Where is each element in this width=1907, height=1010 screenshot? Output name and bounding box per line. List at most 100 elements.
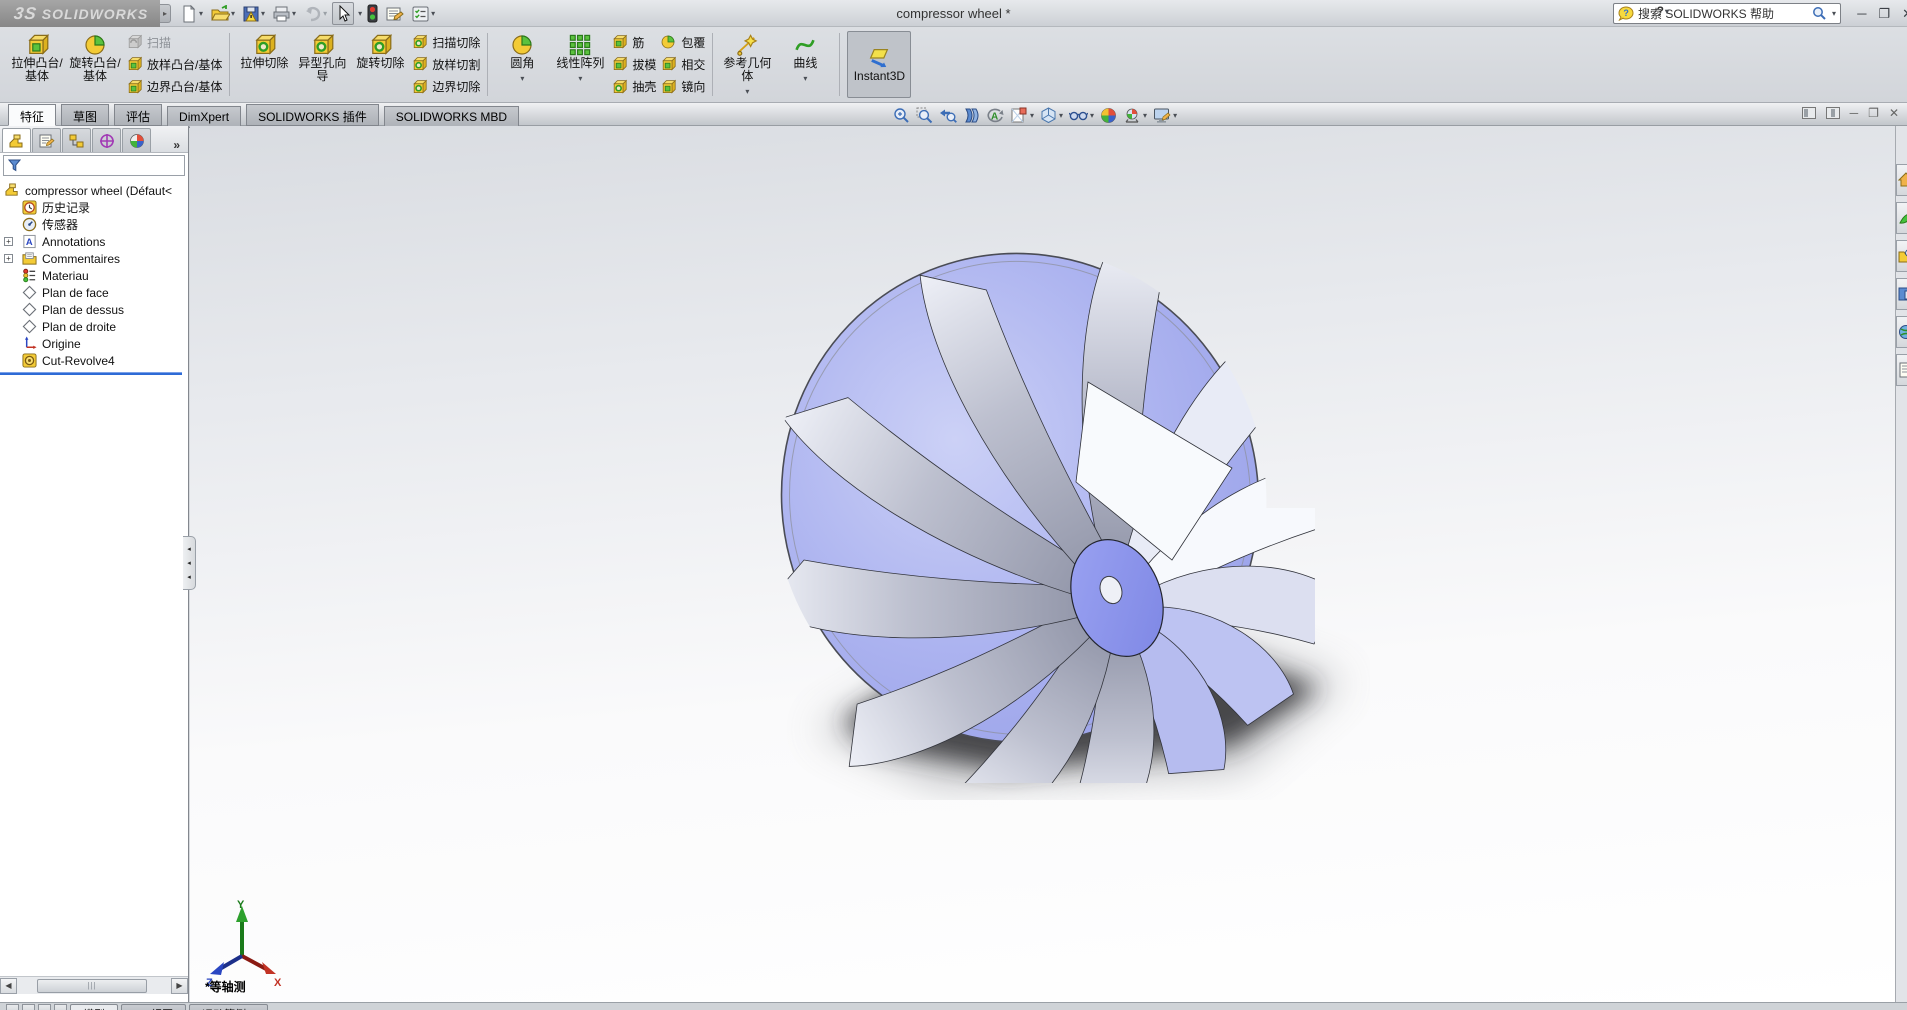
- tree-item-cut-revolve4[interactable]: Cut-Revolve4: [0, 352, 188, 369]
- options-button[interactable]: ▾: [409, 2, 437, 25]
- rib-button[interactable]: 筋: [611, 32, 656, 52]
- section-view-button[interactable]: [963, 107, 980, 124]
- hide-show-items-button[interactable]: ▾: [1069, 108, 1094, 123]
- view-settings-dropdown[interactable]: ▾: [1173, 111, 1177, 120]
- reference-geometry-dropdown[interactable]: ▾: [745, 85, 749, 98]
- help-button[interactable]: ? ▾: [1657, 4, 1669, 18]
- scroll-left-arrow[interactable]: ◀: [0, 978, 17, 994]
- tab-evaluate[interactable]: 评估: [114, 104, 162, 126]
- zoom-to-fit-button[interactable]: [893, 107, 910, 124]
- rebuild-button[interactable]: [365, 2, 380, 25]
- apply-scene-button[interactable]: ▾: [1123, 107, 1147, 124]
- tab-dimxpert[interactable]: DimXpert: [167, 106, 241, 128]
- intersect-button[interactable]: 相交: [660, 54, 705, 74]
- compressor-wheel-model[interactable]: [770, 240, 1370, 800]
- curves-button[interactable]: 曲线 ▾: [776, 29, 834, 100]
- view-palette-tab-button[interactable]: [1896, 278, 1907, 310]
- save-button[interactable]: ▾: [240, 2, 267, 25]
- extruded-boss-button[interactable]: 拉伸凸台/基体: [8, 29, 66, 100]
- select-button[interactable]: [332, 2, 354, 25]
- tree-item-top-plane[interactable]: Plan de dessus: [0, 301, 188, 318]
- restore-button[interactable]: ❐: [1878, 6, 1890, 22]
- appearances-scenes-tab-button[interactable]: [1896, 316, 1907, 348]
- doc-minimize-button[interactable]: ─: [1850, 106, 1859, 120]
- options-dropdown[interactable]: ▾: [431, 9, 435, 18]
- tree-item-front-plane[interactable]: Plan de face: [0, 284, 188, 301]
- tree-item-annotations[interactable]: + A Annotations: [0, 233, 188, 250]
- fillet-button[interactable]: 圆角 ▾: [493, 29, 551, 100]
- view-settings-button[interactable]: ▾: [1153, 107, 1177, 124]
- pane-right-toggle[interactable]: [1826, 107, 1840, 119]
- boundary-boss-button[interactable]: 边界凸台/基体: [126, 77, 222, 97]
- undo-button[interactable]: ▾: [301, 2, 329, 25]
- tree-item-comments[interactable]: + Commentaires: [0, 250, 188, 267]
- close-button[interactable]: ✕: [1902, 6, 1907, 22]
- mm-mini-button[interactable]: [38, 1004, 51, 1010]
- minimize-button[interactable]: ─: [1857, 6, 1866, 21]
- zoom-to-area-button[interactable]: [916, 107, 933, 124]
- fillet-dropdown[interactable]: ▾: [520, 72, 524, 85]
- view-orientation-button[interactable]: ▾: [1010, 107, 1034, 124]
- doc-restore-button[interactable]: ❐: [1868, 106, 1879, 120]
- motion-study-tab[interactable]: 运动算例 1: [189, 1004, 268, 1010]
- undo-dropdown[interactable]: ▾: [323, 9, 327, 18]
- wrap-button[interactable]: 包覆: [660, 32, 705, 52]
- rollback-bar[interactable]: [0, 372, 182, 375]
- tree-item-sensors[interactable]: 传感器: [0, 216, 188, 233]
- model-tab[interactable]: 模型: [70, 1004, 118, 1010]
- select-dropdown[interactable]: ▾: [358, 9, 362, 18]
- scroll-thumb[interactable]: |||: [37, 979, 147, 993]
- tree-item-material[interactable]: Materiau: [0, 267, 188, 284]
- tree-item-origin[interactable]: Origine: [0, 335, 188, 352]
- help-search-box[interactable]: ? 搜索 SOLIDWORKS 帮助 ▾: [1613, 3, 1841, 24]
- dimxpertmanager-tab[interactable]: [92, 128, 121, 152]
- new-file-dropdown[interactable]: ▾: [199, 9, 203, 18]
- draft-button[interactable]: 拔模: [611, 54, 656, 74]
- extruded-cut-button[interactable]: 拉伸切除: [235, 29, 293, 100]
- save-dropdown[interactable]: ▾: [261, 9, 265, 18]
- lofted-boss-button[interactable]: 放样凸台/基体: [126, 54, 222, 74]
- fm-tabs-overflow-chevron[interactable]: »: [173, 138, 180, 152]
- mm-mini-button[interactable]: [54, 1004, 67, 1010]
- file-properties-button[interactable]: [383, 2, 406, 25]
- hide-show-items-dropdown[interactable]: ▾: [1090, 111, 1094, 120]
- tree-item-right-plane[interactable]: Plan de droite: [0, 318, 188, 335]
- expand-toggle[interactable]: +: [4, 254, 13, 263]
- expand-toggle[interactable]: +: [4, 237, 13, 246]
- revolved-boss-button[interactable]: 旋转凸台/基体: [66, 29, 124, 100]
- annotation-views-button[interactable]: A: [986, 107, 1004, 124]
- reference-geometry-button[interactable]: 参考几何体 ▾: [718, 29, 776, 100]
- pane-left-toggle[interactable]: [1802, 107, 1816, 119]
- edit-appearance-button[interactable]: [1100, 107, 1117, 124]
- doc-close-button[interactable]: ✕: [1889, 106, 1899, 120]
- tab-sketch[interactable]: 草图: [61, 104, 109, 126]
- new-file-button[interactable]: ▾: [178, 2, 205, 25]
- mm-mini-button[interactable]: [6, 1004, 19, 1010]
- mirror-button[interactable]: 镜向: [660, 77, 705, 97]
- view-orientation-dropdown[interactable]: ▾: [1030, 111, 1034, 120]
- tab-features[interactable]: 特征: [8, 104, 56, 126]
- tree-horizontal-scrollbar[interactable]: ◀ ||| ▶: [0, 976, 188, 994]
- linear-pattern-dropdown[interactable]: ▾: [578, 72, 582, 85]
- print-button[interactable]: ▾: [270, 2, 298, 25]
- displaymanager-tab[interactable]: [122, 128, 151, 152]
- scroll-right-arrow[interactable]: ▶: [171, 978, 188, 994]
- custom-properties-tab-button[interactable]: [1896, 354, 1907, 386]
- hole-wizard-button[interactable]: 异型孔向导: [293, 29, 351, 100]
- linear-pattern-button[interactable]: 线性阵列 ▾: [551, 29, 609, 100]
- tab-mbd[interactable]: SOLIDWORKS MBD: [384, 106, 519, 128]
- boundary-cut-button[interactable]: 边界切除: [411, 77, 480, 97]
- propertymanager-tab[interactable]: [32, 128, 61, 152]
- resources-tab-button[interactable]: [1896, 164, 1907, 196]
- shell-button[interactable]: 抽壳: [611, 77, 656, 97]
- lofted-cut-button[interactable]: 放样切割: [411, 54, 480, 74]
- configurationmanager-tab[interactable]: [62, 128, 91, 152]
- tree-root-part[interactable]: compressor wheel (Défaut<: [0, 182, 188, 199]
- menu-expand-arrow[interactable]: ▸: [160, 4, 171, 23]
- search-icon[interactable]: [1812, 6, 1827, 21]
- open-file-button[interactable]: ▾: [208, 2, 237, 25]
- mm-mini-button[interactable]: [22, 1004, 35, 1010]
- help-dropdown[interactable]: ▾: [1665, 7, 1669, 16]
- graphics-viewport[interactable]: Y X Z *等轴测: [190, 126, 1895, 1002]
- print-dropdown[interactable]: ▾: [292, 9, 296, 18]
